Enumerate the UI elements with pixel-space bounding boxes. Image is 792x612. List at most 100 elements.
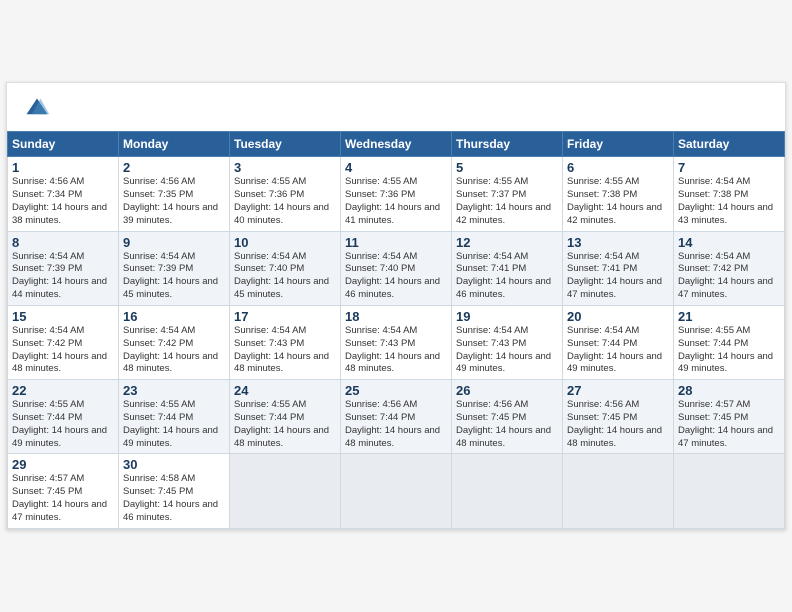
day-info: Sunrise: 4:54 AMSunset: 7:40 PMDaylight:…	[345, 251, 447, 302]
calendar-cell: 11Sunrise: 4:54 AMSunset: 7:40 PMDayligh…	[341, 231, 452, 305]
calendar-cell: 7Sunrise: 4:54 AMSunset: 7:38 PMDaylight…	[674, 157, 785, 231]
day-info: Sunrise: 4:58 AMSunset: 7:45 PMDaylight:…	[123, 473, 225, 524]
calendar-cell: 8Sunrise: 4:54 AMSunset: 7:39 PMDaylight…	[8, 231, 119, 305]
day-number: 1	[12, 160, 114, 175]
day-info: Sunrise: 4:57 AMSunset: 7:45 PMDaylight:…	[678, 399, 780, 450]
day-info: Sunrise: 4:55 AMSunset: 7:44 PMDaylight:…	[12, 399, 114, 450]
calendar-cell: 3Sunrise: 4:55 AMSunset: 7:36 PMDaylight…	[230, 157, 341, 231]
day-number: 9	[123, 235, 225, 250]
calendar-cell: 23Sunrise: 4:55 AMSunset: 7:44 PMDayligh…	[119, 380, 230, 454]
calendar-cell: 15Sunrise: 4:54 AMSunset: 7:42 PMDayligh…	[8, 305, 119, 379]
day-info: Sunrise: 4:54 AMSunset: 7:39 PMDaylight:…	[123, 251, 225, 302]
day-number: 18	[345, 309, 447, 324]
day-info: Sunrise: 4:54 AMSunset: 7:43 PMDaylight:…	[456, 325, 558, 376]
calendar-cell: 30Sunrise: 4:58 AMSunset: 7:45 PMDayligh…	[119, 454, 230, 528]
day-number: 4	[345, 160, 447, 175]
day-number: 11	[345, 235, 447, 250]
calendar-week-row: 22Sunrise: 4:55 AMSunset: 7:44 PMDayligh…	[8, 380, 785, 454]
day-info: Sunrise: 4:56 AMSunset: 7:35 PMDaylight:…	[123, 176, 225, 227]
day-number: 26	[456, 383, 558, 398]
calendar-cell: 13Sunrise: 4:54 AMSunset: 7:41 PMDayligh…	[563, 231, 674, 305]
day-info: Sunrise: 4:55 AMSunset: 7:44 PMDaylight:…	[234, 399, 336, 450]
day-number: 7	[678, 160, 780, 175]
calendar-cell	[452, 454, 563, 528]
day-number: 19	[456, 309, 558, 324]
calendar-week-row: 15Sunrise: 4:54 AMSunset: 7:42 PMDayligh…	[8, 305, 785, 379]
day-number: 6	[567, 160, 669, 175]
day-number: 10	[234, 235, 336, 250]
calendar-table: SundayMondayTuesdayWednesdayThursdayFrid…	[7, 131, 785, 528]
calendar-cell: 10Sunrise: 4:54 AMSunset: 7:40 PMDayligh…	[230, 231, 341, 305]
day-info: Sunrise: 4:55 AMSunset: 7:36 PMDaylight:…	[345, 176, 447, 227]
calendar-week-row: 29Sunrise: 4:57 AMSunset: 7:45 PMDayligh…	[8, 454, 785, 528]
day-info: Sunrise: 4:54 AMSunset: 7:41 PMDaylight:…	[567, 251, 669, 302]
calendar-cell: 18Sunrise: 4:54 AMSunset: 7:43 PMDayligh…	[341, 305, 452, 379]
day-number: 15	[12, 309, 114, 324]
calendar-cell: 19Sunrise: 4:54 AMSunset: 7:43 PMDayligh…	[452, 305, 563, 379]
day-number: 28	[678, 383, 780, 398]
day-number: 17	[234, 309, 336, 324]
calendar-cell: 1Sunrise: 4:56 AMSunset: 7:34 PMDaylight…	[8, 157, 119, 231]
day-info: Sunrise: 4:54 AMSunset: 7:38 PMDaylight:…	[678, 176, 780, 227]
day-number: 14	[678, 235, 780, 250]
day-number: 21	[678, 309, 780, 324]
calendar-cell: 27Sunrise: 4:56 AMSunset: 7:45 PMDayligh…	[563, 380, 674, 454]
day-number: 27	[567, 383, 669, 398]
weekday-header: Sunday	[8, 132, 119, 157]
day-info: Sunrise: 4:55 AMSunset: 7:36 PMDaylight:…	[234, 176, 336, 227]
day-info: Sunrise: 4:55 AMSunset: 7:37 PMDaylight:…	[456, 176, 558, 227]
day-number: 20	[567, 309, 669, 324]
logo-icon	[23, 95, 51, 123]
day-info: Sunrise: 4:55 AMSunset: 7:44 PMDaylight:…	[123, 399, 225, 450]
day-number: 12	[456, 235, 558, 250]
calendar-cell: 9Sunrise: 4:54 AMSunset: 7:39 PMDaylight…	[119, 231, 230, 305]
calendar-cell: 20Sunrise: 4:54 AMSunset: 7:44 PMDayligh…	[563, 305, 674, 379]
weekday-header: Monday	[119, 132, 230, 157]
day-number: 8	[12, 235, 114, 250]
calendar-cell: 22Sunrise: 4:55 AMSunset: 7:44 PMDayligh…	[8, 380, 119, 454]
day-info: Sunrise: 4:54 AMSunset: 7:44 PMDaylight:…	[567, 325, 669, 376]
calendar-cell: 6Sunrise: 4:55 AMSunset: 7:38 PMDaylight…	[563, 157, 674, 231]
calendar-cell	[674, 454, 785, 528]
day-number: 2	[123, 160, 225, 175]
day-info: Sunrise: 4:56 AMSunset: 7:45 PMDaylight:…	[567, 399, 669, 450]
day-info: Sunrise: 4:55 AMSunset: 7:44 PMDaylight:…	[678, 325, 780, 376]
day-info: Sunrise: 4:56 AMSunset: 7:34 PMDaylight:…	[12, 176, 114, 227]
day-info: Sunrise: 4:54 AMSunset: 7:41 PMDaylight:…	[456, 251, 558, 302]
weekday-header: Wednesday	[341, 132, 452, 157]
calendar-cell: 4Sunrise: 4:55 AMSunset: 7:36 PMDaylight…	[341, 157, 452, 231]
day-info: Sunrise: 4:54 AMSunset: 7:42 PMDaylight:…	[678, 251, 780, 302]
calendar-cell: 28Sunrise: 4:57 AMSunset: 7:45 PMDayligh…	[674, 380, 785, 454]
day-info: Sunrise: 4:56 AMSunset: 7:44 PMDaylight:…	[345, 399, 447, 450]
calendar-week-row: 8Sunrise: 4:54 AMSunset: 7:39 PMDaylight…	[8, 231, 785, 305]
day-number: 23	[123, 383, 225, 398]
calendar-week-row: 1Sunrise: 4:56 AMSunset: 7:34 PMDaylight…	[8, 157, 785, 231]
day-number: 29	[12, 457, 114, 472]
weekday-header-row: SundayMondayTuesdayWednesdayThursdayFrid…	[8, 132, 785, 157]
day-info: Sunrise: 4:54 AMSunset: 7:43 PMDaylight:…	[234, 325, 336, 376]
calendar-cell: 24Sunrise: 4:55 AMSunset: 7:44 PMDayligh…	[230, 380, 341, 454]
calendar-cell	[341, 454, 452, 528]
calendar-cell	[230, 454, 341, 528]
day-info: Sunrise: 4:54 AMSunset: 7:39 PMDaylight:…	[12, 251, 114, 302]
calendar-cell: 25Sunrise: 4:56 AMSunset: 7:44 PMDayligh…	[341, 380, 452, 454]
day-number: 24	[234, 383, 336, 398]
day-number: 16	[123, 309, 225, 324]
weekday-header: Friday	[563, 132, 674, 157]
calendar-container: SundayMondayTuesdayWednesdayThursdayFrid…	[6, 82, 786, 529]
calendar-header	[7, 83, 785, 131]
day-info: Sunrise: 4:56 AMSunset: 7:45 PMDaylight:…	[456, 399, 558, 450]
calendar-cell: 29Sunrise: 4:57 AMSunset: 7:45 PMDayligh…	[8, 454, 119, 528]
day-number: 3	[234, 160, 336, 175]
calendar-cell: 14Sunrise: 4:54 AMSunset: 7:42 PMDayligh…	[674, 231, 785, 305]
calendar-cell: 26Sunrise: 4:56 AMSunset: 7:45 PMDayligh…	[452, 380, 563, 454]
logo	[23, 95, 55, 123]
weekday-header: Thursday	[452, 132, 563, 157]
calendar-cell: 21Sunrise: 4:55 AMSunset: 7:44 PMDayligh…	[674, 305, 785, 379]
calendar-cell: 5Sunrise: 4:55 AMSunset: 7:37 PMDaylight…	[452, 157, 563, 231]
calendar-cell: 16Sunrise: 4:54 AMSunset: 7:42 PMDayligh…	[119, 305, 230, 379]
day-info: Sunrise: 4:57 AMSunset: 7:45 PMDaylight:…	[12, 473, 114, 524]
calendar-cell: 17Sunrise: 4:54 AMSunset: 7:43 PMDayligh…	[230, 305, 341, 379]
day-info: Sunrise: 4:55 AMSunset: 7:38 PMDaylight:…	[567, 176, 669, 227]
day-number: 13	[567, 235, 669, 250]
